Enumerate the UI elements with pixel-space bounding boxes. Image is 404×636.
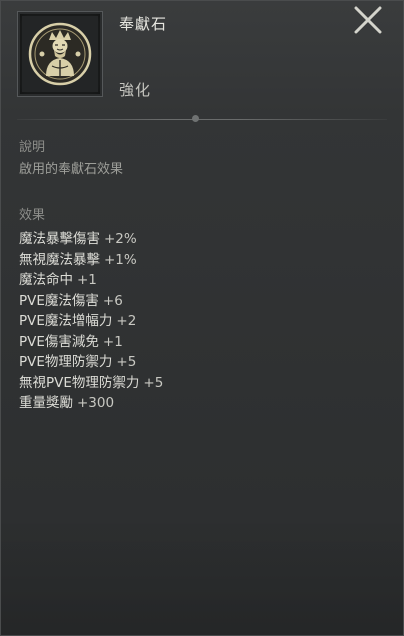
effect-value: +300 bbox=[77, 395, 115, 411]
description-section: 說明 啟用的奉獻石效果 bbox=[19, 139, 385, 180]
effect-value: +5 bbox=[116, 354, 137, 370]
header-divider bbox=[17, 119, 387, 120]
effect-line: PVE物理防禦力 +5 bbox=[19, 352, 385, 373]
effects-list: 魔法暴擊傷害 +2% 無視魔法暴擊 +1% 魔法命中 +1 PVE魔法傷害 +6 PVE… bbox=[19, 229, 385, 414]
effect-value: +6 bbox=[102, 292, 123, 309]
effect-label: PVE魔法增幅力 bbox=[19, 313, 113, 329]
description-text: 啟用的奉獻石效果 bbox=[19, 162, 124, 177]
effect-value: +1 bbox=[102, 333, 123, 350]
panel-bottom-shade bbox=[1, 515, 403, 635]
tooltip-header: 奉獻石 強化 bbox=[1, 1, 403, 119]
effect-label: 無視魔法暴擊 bbox=[19, 251, 100, 268]
effect-line: 魔法暴擊傷害 +2% bbox=[19, 229, 385, 250]
effect-line: 無視魔法暴擊 +1% bbox=[19, 250, 385, 271]
effects-section: 效果 魔法暴擊傷害 +2% 無視魔法暴擊 +1% 魔法命中 +1 PVE魔法傷害 +6 … bbox=[19, 207, 385, 414]
effect-line: 無視PVE物理防禦力 +5 bbox=[19, 373, 385, 394]
item-icon-frame bbox=[17, 11, 103, 97]
divider-ornament bbox=[192, 115, 199, 122]
effect-label: 魔法命中 bbox=[19, 272, 73, 288]
close-button[interactable] bbox=[351, 4, 385, 36]
item-grade: 強化 bbox=[119, 81, 152, 99]
effect-value: +5 bbox=[143, 374, 164, 391]
effect-label: PVE魔法傷害 bbox=[19, 292, 99, 309]
effect-line: 重量獎勵 +300 bbox=[19, 393, 385, 414]
effect-label: PVE物理防禦力 bbox=[19, 354, 113, 370]
effect-line: PVE傷害減免 +1 bbox=[19, 332, 385, 353]
effects-title: 效果 bbox=[19, 208, 46, 223]
effect-line: 魔法命中 +1 bbox=[19, 270, 385, 291]
effect-label: 魔法暴擊傷害 bbox=[19, 231, 100, 247]
effect-label: 重量獎勵 bbox=[19, 395, 73, 411]
close-icon bbox=[351, 6, 385, 40]
effect-value: +1% bbox=[104, 251, 137, 268]
effect-value: +2 bbox=[116, 313, 137, 329]
effect-value: +2% bbox=[104, 231, 137, 247]
effect-line: PVE魔法傷害 +6 bbox=[19, 291, 385, 312]
item-tooltip-panel: 奉獻石 強化 說明 啟用的奉獻石效果 效果 魔法暴擊傷害 +2% 無視魔法暴擊 +1… bbox=[0, 0, 404, 636]
effect-value: +1 bbox=[77, 272, 97, 288]
effect-line: PVE魔法增幅力 +2 bbox=[19, 311, 385, 332]
description-title: 說明 bbox=[19, 140, 46, 155]
effect-label: 無視PVE物理防禦力 bbox=[19, 374, 140, 391]
effect-label: PVE傷害減免 bbox=[19, 333, 99, 350]
item-name: 奉獻石 bbox=[119, 15, 168, 33]
